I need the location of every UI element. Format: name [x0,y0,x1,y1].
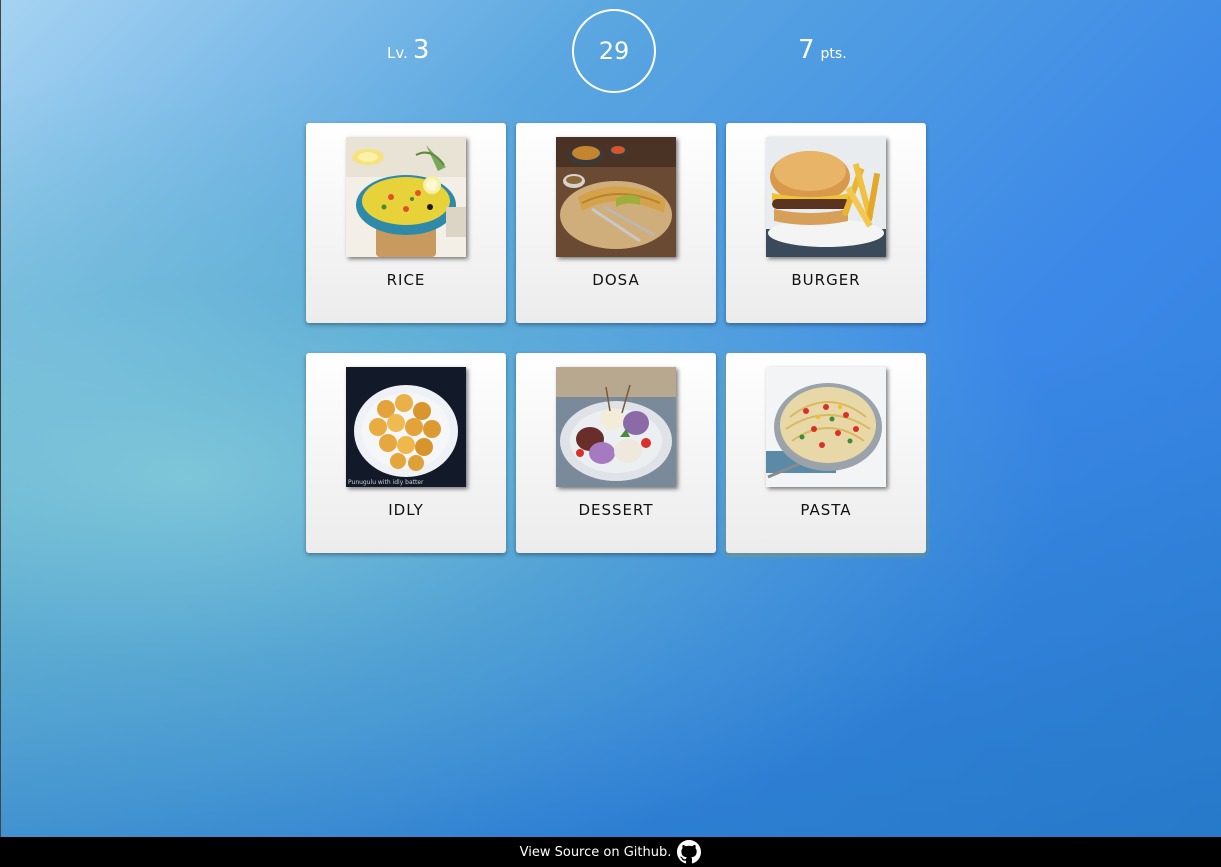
score-suffix: pts. [820,46,847,62]
card-dosa[interactable]: DOSA [516,123,716,323]
card-label-dosa: DOSA [592,271,640,289]
card-label-rice: RICE [386,271,426,289]
game-hud: Lv. 3 29 7 pts. [0,9,1221,93]
rice-photo [346,137,466,257]
countdown-timer: 29 [572,9,656,93]
dosa-photo [556,137,676,257]
idly-image: Punugulu with idly batter [346,367,466,487]
card-grid: RICE DOSA BURGER Punugulu with idly batt… [306,123,926,553]
idly-photo-caption: Punugulu with idly batter [348,479,424,486]
burger-photo [766,137,886,257]
level-value: 3 [412,35,430,65]
card-label-pasta: PASTA [800,501,852,519]
card-pasta[interactable]: PASTA [726,353,926,553]
timer-value: 29 [598,37,630,65]
dosa-image [556,137,676,257]
card-label-burger: BURGER [791,271,861,289]
pasta-image [766,367,886,487]
rice-image [346,137,466,257]
level-indicator: Lv. 3 [387,35,429,65]
card-rice[interactable]: RICE [306,123,506,323]
card-dessert[interactable]: DESSERT [516,353,716,553]
github-icon[interactable] [677,840,702,864]
view-source-link[interactable]: View Source on Github. [520,845,672,860]
score-indicator: 7 pts. [798,35,847,65]
window-edge [0,0,1,837]
dessert-photo [556,367,676,487]
card-label-idly: IDLY [388,501,424,519]
card-idly[interactable]: Punugulu with idly batter IDLY [306,353,506,553]
burger-image [766,137,886,257]
pasta-photo [766,367,886,487]
score-value: 7 [798,35,815,65]
footer-bar: View Source on Github. [0,837,1221,867]
idly-photo: Punugulu with idly batter [346,367,466,487]
level-prefix: Lv. [387,44,408,62]
card-burger[interactable]: BURGER [726,123,926,323]
card-label-dessert: DESSERT [578,501,654,519]
dessert-image [556,367,676,487]
